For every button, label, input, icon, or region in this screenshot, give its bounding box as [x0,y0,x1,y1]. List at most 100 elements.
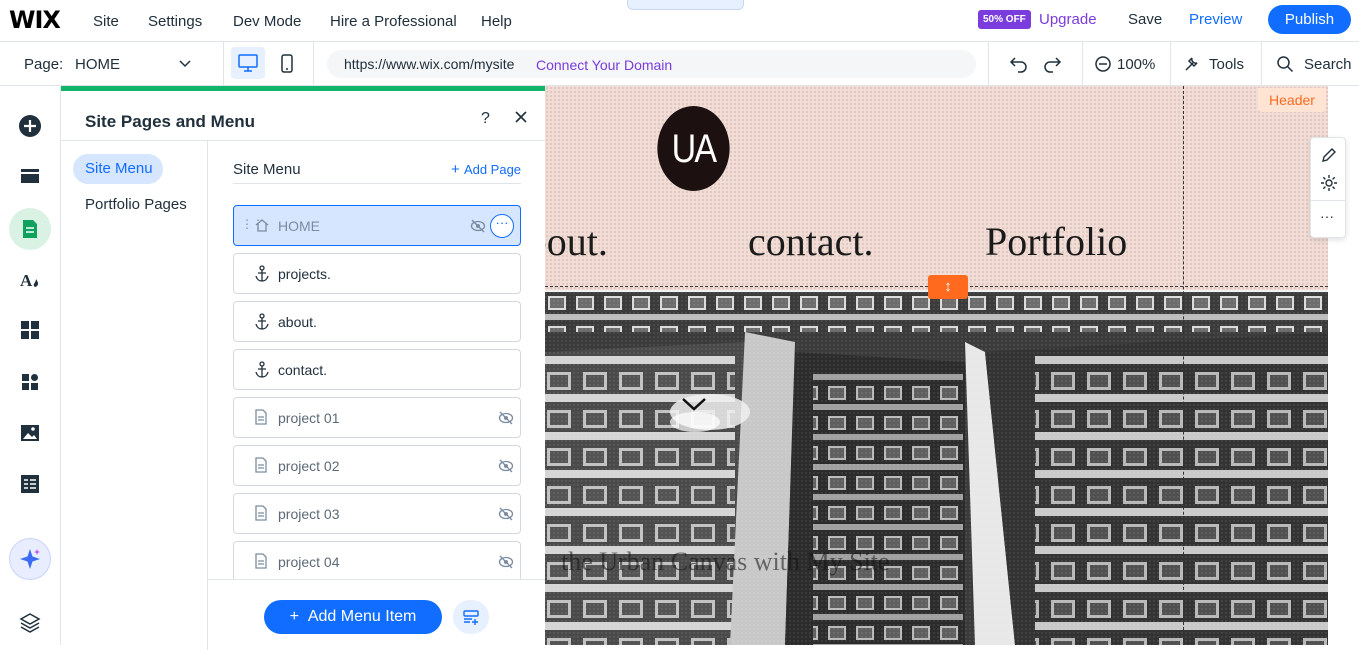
desktop-icon [238,54,258,72]
menu-item-project-01[interactable]: project 01 [233,397,521,438]
hero-heading[interactable]: the Urban Canvas with My Site [561,547,890,577]
ai-assistant-button[interactable] [9,538,51,580]
pages-menu-button[interactable] [9,208,51,250]
chevron-down-icon[interactable] [178,56,192,70]
plus-icon: + [289,608,308,625]
publish-button[interactable]: Publish [1268,5,1351,34]
site-nav-contact[interactable]: contact. [748,218,874,265]
sparkle-icon [20,549,40,569]
top-bar: WIX Site Settings Dev Mode Hire a Profes… [0,0,1359,42]
menu-item-about[interactable]: about. [233,301,521,342]
apps-icon[interactable] [18,318,42,342]
preview-button[interactable]: Preview [1189,11,1242,28]
hero-image[interactable]: the Urban Canvas with My Site [545,292,1328,645]
menu-item-project-04[interactable]: project 04 [233,541,521,580]
cms-icon[interactable] [18,472,42,496]
site-nav-portfolio[interactable]: Portfolio [985,218,1127,265]
add-menu-item-button[interactable]: + Add Menu Item [264,600,442,634]
wix-logo[interactable]: WIX [9,6,61,34]
more-actions-icon[interactable]: ··· [490,214,514,238]
tools-button[interactable]: Tools [1209,56,1244,73]
header-tag[interactable]: Header [1258,88,1326,112]
desktop-view-button[interactable] [231,47,265,79]
tools-icon[interactable] [1183,55,1201,73]
hidden-eye-icon[interactable] [498,459,514,473]
nav-site-menu[interactable]: Site Menu [73,154,163,184]
menu-item-label: HOME [278,218,320,234]
menu-item-home[interactable]: ⋮⋮ HOME ··· [233,205,521,246]
menu-item-project-03[interactable]: project 03 [233,493,521,534]
page-selector[interactable]: HOME [75,56,120,73]
menu-item-label: contact. [278,362,328,378]
menu-item-label: about. [278,314,317,330]
site-logo[interactable]: UA [657,106,730,191]
search-button[interactable]: Search [1304,56,1352,73]
site-url: https://www.wix.com/mysite [344,56,515,72]
menu-settings[interactable]: Settings [148,0,202,42]
page-icon [255,505,267,521]
anchor-icon [255,361,269,378]
building-photo [545,292,1328,645]
section-tools-tray: ··· [1310,137,1346,238]
panel-title: Site Pages and Menu [85,112,256,131]
save-button[interactable]: Save [1128,11,1162,28]
nav-portfolio-pages[interactable]: Portfolio Pages [85,196,187,213]
svg-text:A: A [20,271,33,290]
site-header[interactable]: UA about. contact. Portfolio [545,86,1328,290]
gear-icon[interactable] [1320,174,1338,192]
list-header: Site Menu [233,161,301,178]
menu-settings-icon [463,610,479,625]
add-section-icon[interactable] [18,165,42,189]
menu-dev-mode[interactable]: Dev Mode [233,0,301,42]
undo-icon[interactable] [1008,54,1030,74]
left-tool-rail: A [0,86,61,645]
menu-help[interactable]: Help [481,0,512,42]
pages-icon [23,220,37,238]
search-icon[interactable] [1276,55,1294,73]
page-label: Page: [24,56,64,73]
hidden-eye-icon[interactable] [498,555,514,569]
media-icon[interactable] [18,421,42,445]
menu-hire-professional[interactable]: Hire a Professional [330,0,457,42]
chevron-up-icon: ^ [680,0,686,6]
menu-item-label: projects. [278,266,331,282]
menu-item-label: project 04 [278,554,340,570]
hidden-eye-icon[interactable] [498,411,514,425]
mobile-view-icon[interactable] [278,52,296,76]
chevron-down-icon[interactable] [681,396,707,412]
redo-icon[interactable] [1041,54,1063,74]
page-icon [255,553,267,569]
anchor-icon [255,265,269,282]
editor-canvas[interactable]: UA about. contact. Portfolio Header [545,86,1359,645]
help-icon[interactable]: ? [481,110,490,128]
add-page-button[interactable]: + Add Page [451,161,521,178]
site-pages-panel: Site Pages and Menu ? Site Menu Portfoli… [61,86,545,650]
url-bar[interactable]: https://www.wix.com/mysite Connect Your … [327,50,976,78]
connect-domain-link[interactable]: Connect Your Domain [536,57,672,73]
menu-item-label: project 03 [278,506,340,522]
layers-icon[interactable] [18,611,42,635]
more-icon[interactable]: ··· [1320,208,1334,224]
menu-item-label: project 02 [278,458,340,474]
pencil-icon[interactable] [1320,146,1338,164]
business-tools-icon[interactable] [18,370,42,394]
editor-toolbar: Page: HOME https://www.wix.com/mysite Co… [0,42,1359,86]
plus-icon: + [451,161,464,178]
upgrade-link[interactable]: Upgrade [1039,11,1097,28]
collapse-toolbar-tab[interactable]: ^ [627,0,744,10]
menu-item-projects[interactable]: projects. [233,253,521,294]
menu-item-project-02[interactable]: project 02 [233,445,521,486]
design-icon[interactable]: A [18,267,42,291]
menu-site[interactable]: Site [93,0,119,42]
close-icon[interactable] [514,110,528,124]
discount-badge[interactable]: 50% OFF [978,10,1031,29]
hidden-eye-icon[interactable] [498,507,514,521]
hidden-eye-icon[interactable] [470,219,486,233]
menu-item-contact[interactable]: contact. [233,349,521,390]
header-resize-handle[interactable]: ↕ [928,275,968,299]
site-nav-about[interactable]: about. [545,218,608,265]
add-elements-icon[interactable] [18,114,42,138]
zoom-level[interactable]: 100% [1117,56,1155,73]
add-submenu-button[interactable] [453,600,489,634]
zoom-out-icon[interactable] [1094,55,1112,73]
